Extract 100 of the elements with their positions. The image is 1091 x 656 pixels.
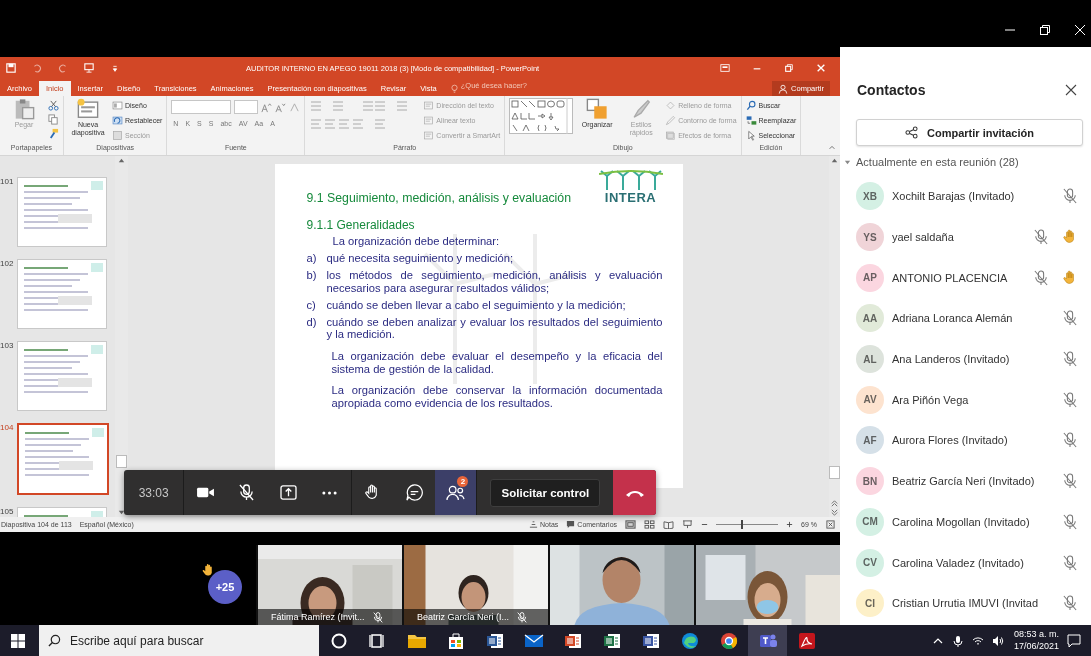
scissors-icon[interactable] [48, 100, 59, 111]
text-direction-icon [423, 99, 435, 111]
slide-thumbnail[interactable] [17, 423, 109, 495]
participant-name[interactable]: Carolina Valadez (Invitado) [892, 556, 1057, 569]
hand-icon [364, 484, 380, 501]
share-invitation-button[interactable]: Compartir invitación [856, 119, 1083, 146]
notification-badge: 2 [457, 476, 469, 487]
slide-paragraph: La organización debe conservar la información documentada apropiada como evidencia de los resultados. [331, 384, 663, 410]
reading-view-icon[interactable] [663, 520, 675, 529]
maximize-icon[interactable] [1039, 23, 1051, 36]
participant-name[interactable]: Cristian Urrutia IMUVI (Invitad [892, 597, 1057, 610]
replace-icon [745, 114, 757, 126]
pencil-icon [665, 114, 677, 126]
avatar: YS [856, 223, 884, 252]
panel-title: Contactos [857, 82, 926, 98]
participants-button[interactable]: 2 [434, 470, 477, 515]
customize-icon[interactable] [110, 63, 120, 73]
clock-date[interactable]: 17/06/2021 [1013, 640, 1059, 652]
list-marker: b) [306, 268, 318, 283]
more-participants-badge[interactable]: +25 [208, 570, 242, 604]
next-slide-icon[interactable] [830, 508, 839, 517]
microphone-icon[interactable] [951, 634, 964, 647]
windows-start-icon[interactable] [11, 633, 25, 648]
smartart-icon [423, 129, 435, 141]
slideshow-icon[interactable] [682, 520, 694, 529]
avatar: CV [856, 548, 884, 577]
scrollbar-thumb[interactable] [116, 455, 127, 468]
clock-time[interactable]: 08:53 a. m. [1013, 629, 1059, 641]
close-icon[interactable] [1065, 84, 1077, 96]
participant-name[interactable]: ANTONIO PLACENCIA [892, 271, 1034, 284]
participant-name[interactable]: Beatriz García Neri (Invitado) [892, 475, 1057, 488]
participant-name[interactable]: Carolina Mogollan (Invitado) [892, 515, 1057, 528]
camera-icon [195, 485, 215, 500]
chat-icon [405, 484, 423, 501]
list-marker: c) [306, 298, 317, 312]
layout-icon [112, 99, 123, 111]
copy-icon[interactable] [48, 114, 59, 125]
notes-icon [529, 520, 539, 529]
sorter-view-icon[interactable] [644, 520, 656, 529]
search-icon [48, 634, 61, 647]
participant-name[interactable]: Ara Piñón Vega [892, 393, 1057, 406]
normal-view-icon[interactable] [625, 520, 637, 529]
list-marker: a) [306, 252, 318, 265]
section-header[interactable]: Actualmente en esta reunión (28) [844, 156, 1083, 168]
zoom-in-icon[interactable] [786, 521, 794, 528]
slide-thumbnail[interactable] [17, 259, 107, 329]
notifications-icon[interactable] [1067, 633, 1081, 648]
raised-hand-icon [202, 563, 215, 578]
section-icon [112, 129, 123, 141]
slide-paragraph: La organización debe evaluar el desempeño y la eficacia del sistema de gestión de la calidad. [331, 350, 663, 376]
avatar: CM [856, 507, 884, 536]
shrink-font-icon[interactable] [275, 101, 287, 113]
list-item-text: cuándo se deben llevar a cabo el seguimiento y la medición; [326, 298, 626, 312]
zoom-slider-thumb[interactable] [740, 520, 743, 529]
list-item-text: qué necesita seguimiento y medición; [326, 252, 514, 265]
ribbon-display-icon[interactable] [720, 63, 730, 73]
shapes-gallery-drawing[interactable] [509, 98, 574, 134]
request-control-button[interactable]: Solicitar control [490, 478, 601, 507]
turbines-logo-icon [598, 168, 663, 190]
volume-icon[interactable] [991, 634, 1004, 647]
slide-subtitle: 9.1.1 Generalidades [306, 218, 416, 232]
list-marker: d) [306, 315, 318, 330]
bucket-icon [665, 99, 677, 111]
participant-name: Fátima Ramírez (Invit... [271, 612, 365, 622]
fit-window-icon[interactable] [825, 520, 836, 529]
slide-number: 105 [0, 507, 15, 516]
slide-number: 103 [0, 341, 15, 350]
person-icon [778, 83, 789, 94]
slide-text: La organización debe determinar: [332, 235, 501, 247]
save-icon[interactable] [6, 63, 16, 73]
scrollbar-thumb[interactable] [829, 466, 840, 479]
font-size-field[interactable] [234, 100, 259, 114]
avatar: AV [856, 385, 884, 414]
font-name-field[interactable] [171, 100, 232, 114]
previous-slide-icon[interactable] [830, 499, 839, 508]
participant-name[interactable]: Adriana Loranca Alemán [892, 312, 1057, 325]
avatar: CI [856, 589, 884, 618]
participant-name[interactable]: yael saldaña [892, 231, 1034, 244]
wifi-icon[interactable] [971, 634, 984, 647]
slide-thumbnail[interactable] [17, 341, 107, 411]
document-icon [796, 630, 817, 651]
avatar: AF [856, 426, 884, 455]
restore-icon[interactable] [784, 63, 794, 73]
avatar: AP [856, 263, 884, 292]
participant-name[interactable]: Ana Landeros (Invitado) [892, 353, 1057, 366]
leave-call-button[interactable] [613, 470, 656, 515]
grow-font-icon[interactable] [261, 101, 273, 113]
browser-icon [679, 630, 700, 651]
avatar: AA [856, 304, 884, 333]
presentation-icon[interactable] [84, 63, 94, 73]
list-item-text: los métodos de seguimiento, medición, análisis y evaluación necesarios para asegurar resultados válidos; [326, 268, 663, 295]
list-item-text: cuándo se deben analizar y evaluar los resultados del seguimiento y la medición. [326, 315, 663, 342]
paintbrush-icon[interactable] [48, 128, 59, 139]
participant-name[interactable]: Aurora Flores (Invitado) [892, 434, 1057, 447]
share-icon [905, 126, 918, 139]
slide-thumbnail[interactable] [17, 177, 107, 247]
participant-name[interactable]: Xochilt Barajas (Invitado) [892, 190, 1057, 203]
search-field[interactable]: Escribe aquí para buscar [39, 625, 319, 656]
comment-icon [566, 520, 576, 529]
zoom-out-icon[interactable] [701, 521, 709, 528]
